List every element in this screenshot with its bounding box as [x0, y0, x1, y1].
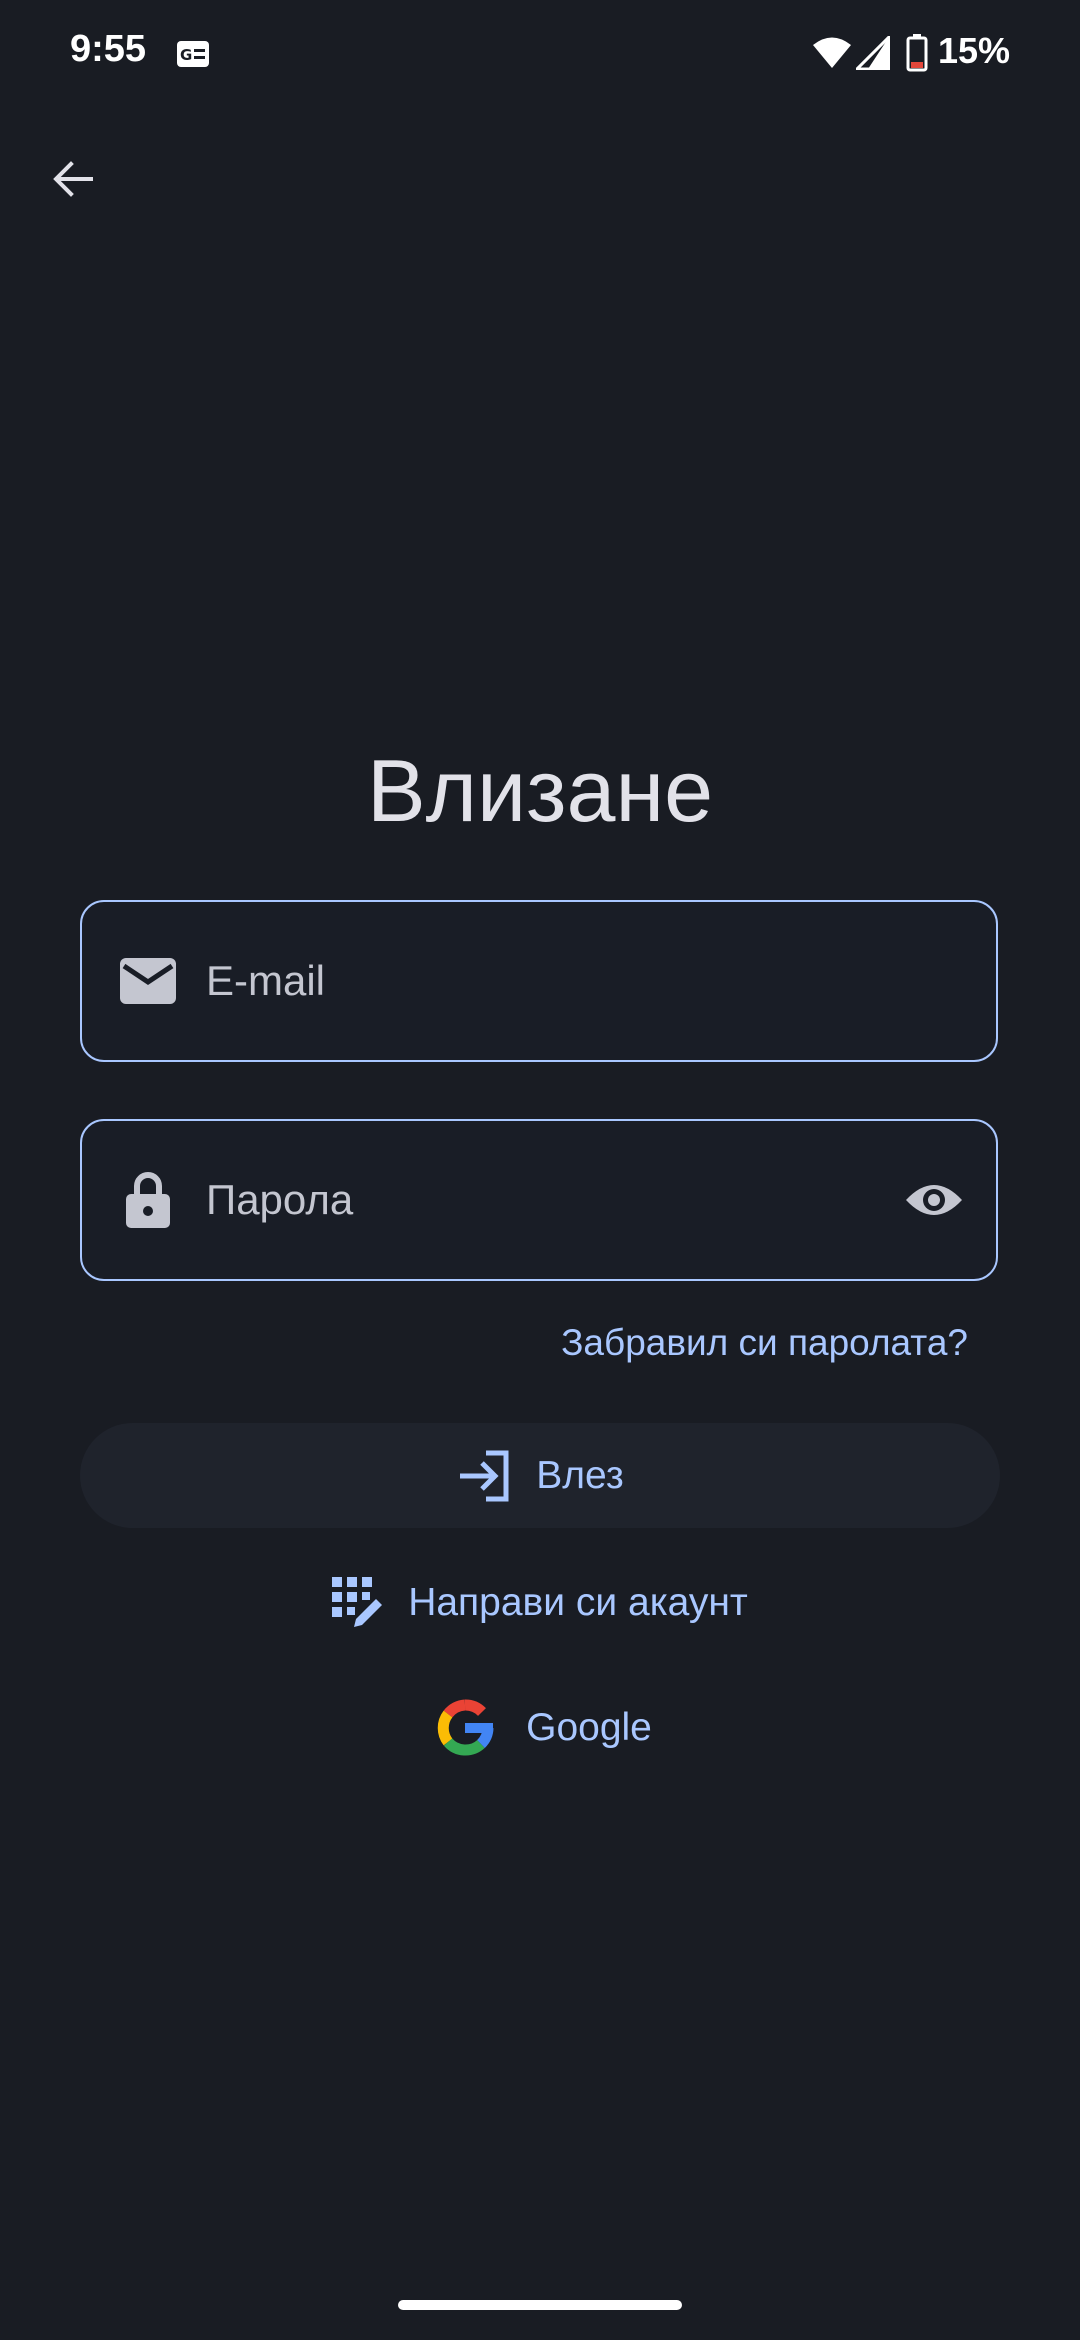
wifi-icon [813, 37, 851, 68]
google-logo-icon [428, 1691, 502, 1765]
notification-icon: G [177, 41, 209, 67]
login-button-label: Влез [536, 1453, 624, 1497]
status-bar: 9:55 G 15% [0, 0, 1080, 110]
arrow-left-icon [53, 161, 93, 197]
create-account-button[interactable]: Направи си акаунт [0, 1570, 1080, 1636]
signal-icon [856, 36, 890, 70]
google-label: Google [526, 1706, 652, 1749]
lock-icon [118, 1170, 178, 1230]
password-input[interactable] [206, 1121, 846, 1279]
battery-icon [906, 34, 928, 72]
email-field[interactable] [80, 900, 998, 1062]
status-time: 9:55 [70, 28, 147, 70]
page-title: Влизане [366, 741, 714, 840]
login-button[interactable]: Влез [80, 1423, 1000, 1528]
login-screen: 9:55 G 15% Влизане E-mail Забравил си па… [0, 0, 1080, 2340]
back-button[interactable] [40, 146, 106, 212]
home-indicator[interactable] [398, 2300, 682, 2310]
eye-icon[interactable] [902, 1168, 966, 1232]
svg-text:G: G [180, 46, 192, 64]
email-input[interactable] [206, 902, 846, 1060]
battery-percent: 15% [938, 30, 1011, 71]
mail-icon [118, 951, 178, 1011]
app-registration-icon [332, 1577, 384, 1629]
forgot-password-link[interactable]: Забравил си паролата? [561, 1322, 968, 1364]
login-icon [456, 1447, 514, 1505]
google-signin-button[interactable]: Google [0, 1690, 1080, 1766]
password-field[interactable] [80, 1119, 998, 1281]
create-account-label: Направи си акаунт [408, 1581, 748, 1624]
